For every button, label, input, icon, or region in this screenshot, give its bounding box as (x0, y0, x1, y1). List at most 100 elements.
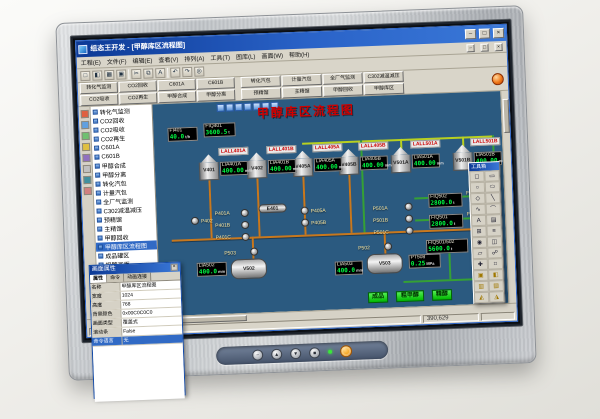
print-icon[interactable]: ▣ (116, 69, 126, 79)
pump-label: P402 (201, 218, 213, 224)
nav-tab[interactable]: C302减温减压 (363, 71, 403, 84)
brightness-down-button[interactable]: − (252, 349, 263, 360)
menu-project[interactable]: 工程(E) (81, 57, 101, 67)
polygon-tool-icon[interactable]: ◇ (470, 193, 485, 205)
nav-button-product[interactable]: 成品 (368, 292, 388, 304)
copy-icon[interactable]: ⧉ (143, 68, 153, 78)
nav-tab[interactable]: 甲醇库区 (364, 83, 404, 96)
osd-menu-button[interactable]: ■ (309, 347, 320, 358)
menu-tool-icon[interactable]: ≡ (486, 225, 501, 237)
nav-tab[interactable]: C601A (158, 79, 196, 91)
align-right-icon[interactable] (235, 103, 243, 111)
trend-tool-icon[interactable]: ▱ (472, 248, 487, 260)
button-tool-icon[interactable]: ⊞ (471, 226, 486, 238)
screen-icon (98, 244, 103, 249)
child-restore-button[interactable]: □ (480, 43, 488, 51)
undo-icon[interactable]: ↶ (170, 67, 180, 77)
bitmap-tool-icon[interactable]: ▤ (486, 214, 501, 226)
nav-tab[interactable]: CO2再生 (119, 92, 157, 104)
nav-tab[interactable]: CO2回收 (119, 80, 157, 92)
maximize-button[interactable]: □ (479, 28, 490, 38)
circle-tool-icon[interactable]: ○ (470, 182, 485, 194)
menu-arrange[interactable]: 排列(A) (184, 53, 204, 63)
menu-edit[interactable]: 编辑(E) (132, 55, 152, 65)
flip-down-tool-icon[interactable]: ◮ (489, 291, 504, 303)
display-fiq502: FIQ5022800.0t (428, 193, 463, 208)
text-tool-icon[interactable]: A (471, 215, 486, 227)
menu-window[interactable]: 画面(W) (261, 50, 283, 60)
nav-tab[interactable]: CO2吸收 (80, 94, 118, 106)
text-tool-icon[interactable]: A (155, 67, 165, 77)
osd-up-button[interactable]: ▲ (271, 348, 282, 359)
save-icon[interactable]: ▦ (104, 69, 114, 79)
align-left-icon[interactable] (217, 104, 225, 112)
nav-tab[interactable]: 甲醇回收 (323, 84, 363, 97)
nav-tab[interactable]: C601B (197, 77, 235, 89)
window-tool-icon[interactable]: ◫ (487, 236, 502, 248)
scrollbar-thumb[interactable] (503, 99, 510, 133)
fill-tool-icon[interactable] (81, 132, 89, 140)
menu-view[interactable]: 查看(V) (158, 54, 178, 64)
cross-tool-icon[interactable]: ✚ (473, 259, 488, 271)
nav-tab[interactable]: 甲醇分离 (197, 89, 235, 101)
menu-help[interactable]: 帮助(H) (289, 49, 310, 59)
align-top-icon[interactable] (244, 103, 252, 111)
open-file-icon[interactable]: ◧ (92, 70, 102, 80)
desktop: 组态王开发 - [甲醇库区流程图] – □ × 工程(E) 文件(F) 编辑(E… (75, 24, 518, 338)
mirror-tool-icon[interactable]: ◧ (488, 269, 503, 281)
drum-v503: V503 (366, 253, 403, 274)
power-led (328, 350, 332, 354)
grid-tool-icon[interactable] (82, 165, 90, 173)
pattern-tool-icon[interactable]: ▨ (489, 280, 504, 292)
text-tool-icon[interactable] (81, 143, 89, 151)
rotate-tool-icon[interactable]: ▣ (473, 270, 488, 282)
power-button[interactable] (340, 345, 352, 357)
new-file-icon[interactable]: □ (80, 70, 90, 80)
nav-tab[interactable]: 转化气监测 (80, 82, 118, 94)
ellipse-tool-icon[interactable]: ⬭ (485, 181, 500, 193)
alarm-tool-icon[interactable] (83, 187, 91, 195)
nav-tab[interactable]: 计量汽包 (281, 74, 321, 87)
minimize-button[interactable]: – (465, 29, 476, 39)
line-tool-icon[interactable] (81, 121, 89, 129)
child-close-button[interactable]: × (494, 42, 502, 50)
nav-tab[interactable]: 甲醇合成 (158, 91, 196, 103)
library-tool-icon[interactable] (83, 176, 91, 184)
align-center-icon[interactable] (226, 103, 234, 111)
menu-file[interactable]: 文件(F) (107, 56, 127, 66)
pump-icon (404, 203, 412, 211)
grid-tool-icon[interactable]: ⌗ (488, 258, 503, 270)
close-icon[interactable]: × (171, 264, 178, 271)
menu-library[interactable]: 图库(L) (236, 51, 256, 61)
roundrect-tool-icon[interactable]: ▭ (484, 170, 499, 182)
cut-icon[interactable]: ✂ (131, 68, 141, 78)
fill-tool-icon[interactable]: ▥ (474, 281, 489, 293)
tab-animation[interactable]: 动画连接 (124, 273, 151, 282)
report-tool-icon[interactable]: ☍ (487, 247, 502, 259)
flip-up-tool-icon[interactable]: ◭ (474, 292, 489, 304)
child-minimize-button[interactable]: – (466, 44, 474, 52)
zoom-icon[interactable]: ◎ (194, 66, 204, 76)
shape-tool-icon[interactable] (80, 110, 88, 118)
screen: 组态王开发 - [甲醇库区流程图] – □ × 工程(E) 文件(F) 编辑(E… (70, 19, 523, 344)
menu-tools[interactable]: 工具(T) (210, 52, 230, 62)
nav-button-crude-methanol[interactable]: 粗甲醇 (396, 290, 424, 302)
select-tool-icon[interactable] (82, 154, 90, 162)
screen-icon (97, 217, 102, 222)
nav-tab[interactable]: 全厂气监测 (322, 72, 362, 85)
tab-properties[interactable]: 属性 (90, 274, 107, 283)
nav-tab[interactable]: 主精馏 (282, 86, 322, 99)
menu-spacer (315, 48, 460, 54)
point-tool-icon[interactable]: ◉ (472, 237, 487, 249)
rect-tool-icon[interactable]: ◻ (469, 171, 484, 183)
line-tool-icon[interactable]: ╲ (485, 192, 500, 204)
arc-tool-icon[interactable]: ⌒ (486, 203, 501, 215)
nav-button-refined-methanol[interactable]: 精醇 (432, 289, 452, 301)
redo-icon[interactable]: ↷ (182, 66, 192, 76)
nav-tab[interactable]: 转化汽包 (241, 76, 281, 89)
osd-down-button[interactable]: ▼ (290, 347, 301, 358)
tab-commands[interactable]: 命令 (107, 274, 124, 283)
nav-tab[interactable]: 预精馏 (241, 88, 281, 101)
close-button[interactable]: × (493, 28, 504, 38)
curve-tool-icon[interactable]: ∿ (471, 204, 486, 216)
